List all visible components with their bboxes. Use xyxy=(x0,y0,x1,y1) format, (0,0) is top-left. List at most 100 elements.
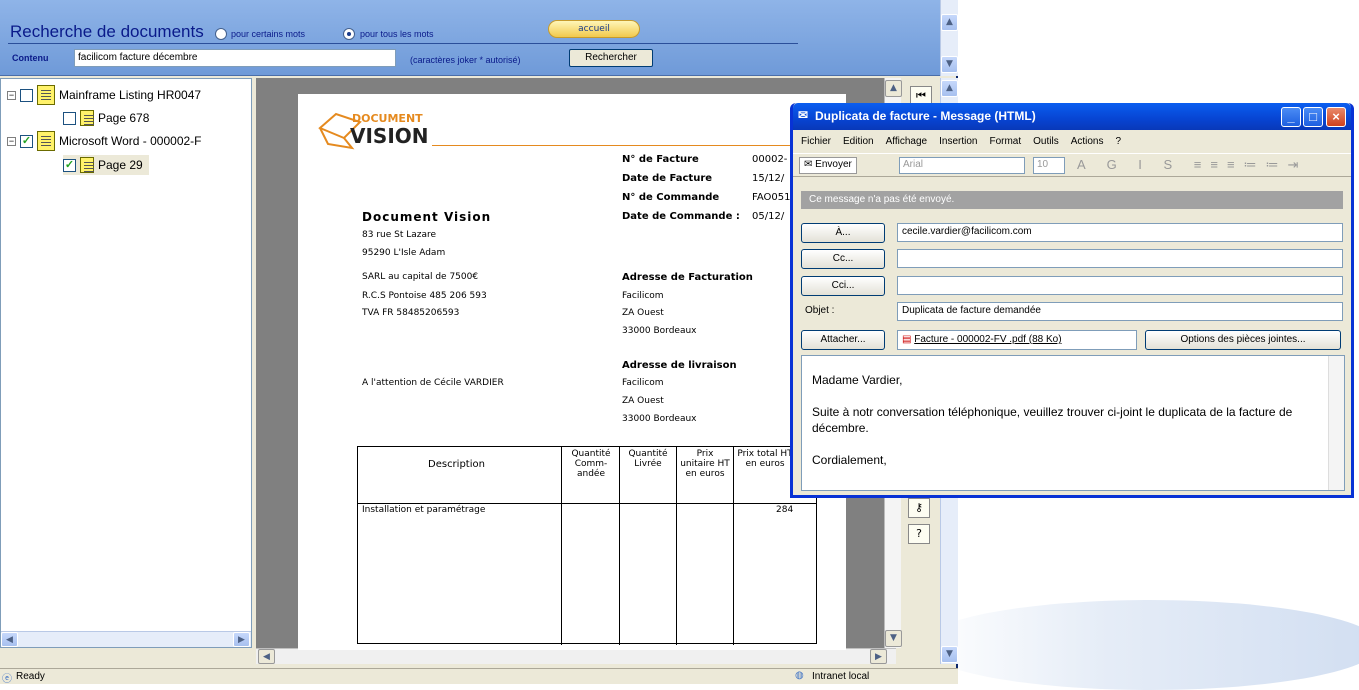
menu-help[interactable]: ? xyxy=(1116,136,1122,147)
scroll-down-icon[interactable]: ▼ xyxy=(941,646,958,663)
size-select[interactable]: 10 xyxy=(1033,157,1065,174)
tree-item-mainframe[interactable]: − Mainframe Listing HR0047 xyxy=(7,85,201,105)
search-input[interactable]: facilicom facture décembre xyxy=(74,49,396,67)
body-scrollbar[interactable] xyxy=(1328,356,1344,490)
status-bar: ⓔ Ready ◍ Intranet local xyxy=(0,668,958,685)
to-button[interactable]: À... xyxy=(801,223,885,243)
home-button[interactable]: accueil xyxy=(548,20,640,38)
tree-label: Microsoft Word - 000002-F xyxy=(59,134,202,148)
order-no-label: N° de Commande xyxy=(622,192,720,203)
shipping-line: Facilicom xyxy=(622,378,664,388)
order-no: FAO051 xyxy=(752,192,791,203)
search-button[interactable]: Rechercher xyxy=(569,49,653,67)
order-date-label: Date de Commande : xyxy=(622,211,740,222)
cc-field[interactable] xyxy=(897,249,1343,268)
radio-some-label: pour certains mots xyxy=(231,29,306,39)
attach-button[interactable]: Attacher... xyxy=(801,330,885,350)
scroll-left-icon[interactable]: ◀ xyxy=(1,632,18,647)
scroll-up-icon[interactable]: ▲ xyxy=(941,80,958,97)
scroll-down-icon[interactable]: ▼ xyxy=(885,630,902,647)
page-scrollbar[interactable]: ▲ ▼ xyxy=(940,0,958,76)
collapse-icon[interactable]: − xyxy=(7,136,16,146)
font-select[interactable]: Arial xyxy=(899,157,1025,174)
results-tree: − Mainframe Listing HR0047 Page 678 − ✓ … xyxy=(0,78,252,648)
menu-affichage[interactable]: Affichage xyxy=(886,136,928,147)
invoice-date: 15/12/ xyxy=(752,173,785,184)
tree-hscrollbar[interactable]: ◀ ▶ xyxy=(1,631,251,647)
tree-label: Page 678 xyxy=(98,111,150,125)
security-zone: Intranet local xyxy=(812,671,870,682)
col-description: Description xyxy=(428,459,485,470)
company-name: Document Vision xyxy=(362,210,492,224)
attachment-box[interactable]: ▤ Facture - 000002-FV .pdf (88 Ko) xyxy=(897,330,1137,350)
bcc-button[interactable]: Cci... xyxy=(801,276,885,296)
shipping-line: ZA Ouest xyxy=(622,396,664,406)
scroll-left-icon[interactable]: ◀ xyxy=(258,649,275,664)
checkbox[interactable] xyxy=(63,111,76,125)
attachment-link[interactable]: Facture - 000002-FV .pdf (88 Ko) xyxy=(914,334,1061,345)
close-icon[interactable]: × xyxy=(1326,107,1346,127)
bcc-field[interactable] xyxy=(897,276,1343,295)
cc-button[interactable]: Cc... xyxy=(801,249,885,269)
email-titlebar[interactable]: ✉ Duplicata de facture - Message (HTML) … xyxy=(793,103,1351,130)
tree-label: Mainframe Listing HR0047 xyxy=(59,88,202,102)
table-col-line xyxy=(676,447,677,645)
menu-actions[interactable]: Actions xyxy=(1071,136,1104,147)
menu-insertion[interactable]: Insertion xyxy=(939,136,977,147)
collapse-icon[interactable]: − xyxy=(7,90,16,100)
viewer-hscrollbar[interactable]: ◀ ▶ xyxy=(256,648,896,664)
menu-outils[interactable]: Outils xyxy=(1033,136,1059,147)
scroll-up-icon[interactable]: ▲ xyxy=(885,80,902,97)
company-rcs: R.C.S Pontoise 485 206 593 xyxy=(362,291,487,301)
scroll-right-icon[interactable]: ▶ xyxy=(870,649,887,664)
col-unit-price: Prix unitaire HT en euros xyxy=(680,449,730,479)
scroll-down-icon[interactable]: ▼ xyxy=(941,56,958,73)
page-icon xyxy=(80,157,94,173)
minimize-icon[interactable]: _ xyxy=(1281,107,1301,127)
col-qty-delivered: Quantité Livrée xyxy=(628,449,668,469)
menu-edition[interactable]: Edition xyxy=(843,136,874,147)
format-buttons[interactable]: A G I S ≡≡≡≔≔⇥ xyxy=(1077,157,1307,173)
invoice-table: Description Quantité Comm-andée Quantité… xyxy=(357,446,817,645)
divider xyxy=(8,43,798,44)
menu-format[interactable]: Format xyxy=(989,136,1021,147)
search-title: Recherche de documents xyxy=(10,22,204,41)
checkbox[interactable] xyxy=(20,88,33,102)
to-field[interactable]: cecile.vardier@facilicom.com xyxy=(897,223,1343,242)
pdf-icon: ▤ xyxy=(902,334,912,345)
radio-all-label: pour tous les mots xyxy=(360,29,434,39)
table-header-rule xyxy=(358,503,816,504)
scroll-up-icon[interactable]: ▲ xyxy=(941,14,958,31)
page-icon xyxy=(80,110,94,126)
send-button[interactable]: ✉ Envoyer xyxy=(799,157,857,174)
company-address-1: 83 rue St Lazare xyxy=(362,230,437,240)
checkbox-checked[interactable]: ✓ xyxy=(20,134,33,148)
not-sent-notice: Ce message n'a pas été envoyé. xyxy=(801,191,1343,209)
scroll-right-icon[interactable]: ▶ xyxy=(233,632,250,647)
radio-all-words[interactable] xyxy=(343,28,355,40)
table-col-line xyxy=(733,447,734,645)
table-col-line xyxy=(619,447,620,645)
company-address-2: 95290 L'Isle Adam xyxy=(362,248,446,258)
radio-some-words[interactable] xyxy=(215,28,227,40)
attachment-options-button[interactable]: Options des pièces jointes... xyxy=(1145,330,1341,350)
checkbox-checked[interactable]: ✓ xyxy=(63,158,76,172)
billing-label: Adresse de Facturation xyxy=(622,272,753,283)
maximize-icon[interactable]: □ xyxy=(1303,107,1323,127)
joker-hint: (caractères joker * autorisé) xyxy=(410,55,521,65)
menu-fichier[interactable]: Fichier xyxy=(801,136,831,147)
body-greeting: Madame Vardier, xyxy=(812,373,903,387)
tree-item-page-678[interactable]: Page 678 xyxy=(63,108,149,128)
subject-field[interactable]: Duplicata de facture demandée xyxy=(897,302,1343,321)
attention-line: A l'attention de Cécile VARDIER xyxy=(362,378,504,388)
help-icon[interactable]: ? xyxy=(908,524,930,544)
invoice-no-label: N° de Facture xyxy=(622,154,699,165)
shipping-label: Adresse de livraison xyxy=(622,360,737,371)
key-icon[interactable]: ⚷ xyxy=(908,498,930,518)
tree-item-word[interactable]: − ✓ Microsoft Word - 000002-F xyxy=(7,131,202,151)
tree-item-page-29[interactable]: ✓ Page 29 xyxy=(63,155,149,175)
message-body[interactable]: Madame Vardier, Suite à notr conversatio… xyxy=(801,355,1345,491)
email-title: Duplicata de facture - Message (HTML) xyxy=(815,109,1036,123)
company-tva: TVA FR 58485206593 xyxy=(362,308,460,318)
